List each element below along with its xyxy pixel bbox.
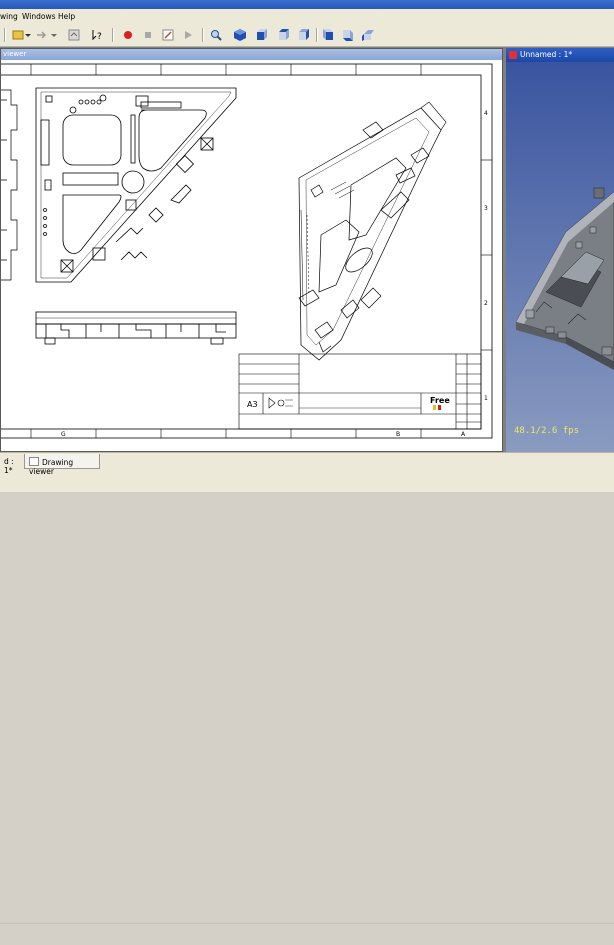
3d-view-title-bar[interactable]: Unnamed : 1* [506, 48, 614, 62]
toolbar: ? [0, 24, 614, 47]
brand-logo-text: Free [430, 396, 450, 405]
toolbar-separator [112, 28, 114, 42]
menu-bar: wing Windows Help [0, 9, 614, 25]
edit-macro-icon[interactable] [160, 27, 176, 43]
row-label-1: 1 [484, 395, 488, 402]
view-rear-icon[interactable] [320, 27, 336, 43]
dropdown-icon[interactable] [24, 27, 32, 43]
toolbar-separator [202, 28, 204, 42]
refresh-icon[interactable] [66, 27, 82, 43]
toolbar-separator [4, 28, 6, 42]
3d-view-title: Unnamed : 1* [520, 50, 573, 59]
zoom-icon[interactable] [208, 27, 224, 43]
view-bottom-icon[interactable] [340, 27, 356, 43]
drawing-viewer-title-bar[interactable]: viewer [1, 49, 502, 60]
drawing-viewer-title: viewer [3, 50, 27, 58]
record-icon[interactable] [120, 27, 136, 43]
fps-counter: 48.1/2.6 fps [514, 426, 580, 436]
sheet-size-label: A3 [247, 400, 258, 409]
view-front-icon[interactable] [254, 27, 270, 43]
menu-item-help[interactable]: Help [58, 12, 75, 21]
document-icon [509, 51, 517, 59]
view-right-icon[interactable] [296, 27, 312, 43]
view-axo-icon[interactable] [232, 27, 248, 43]
status-bar [0, 923, 614, 945]
drawing-canvas[interactable]: G B A 4 3 2 1 A3 Free [1, 60, 502, 451]
menu-item-drawing[interactable]: wing [0, 12, 18, 21]
col-label-g: G [61, 431, 66, 438]
document-icon [29, 457, 39, 466]
row-label-4: 4 [484, 110, 488, 117]
svg-text:?: ? [97, 32, 102, 42]
menu-item-windows[interactable]: Windows [22, 12, 55, 21]
tab-unnamed[interactable]: d : 1* [0, 454, 22, 475]
run-icon[interactable] [180, 27, 196, 43]
tab-drawing-viewer[interactable]: Drawing viewer [24, 454, 100, 476]
toolbar-separator [316, 28, 318, 42]
drawing-viewer-window[interactable]: viewer G B A 4 3 2 1 A3 Free [0, 48, 503, 452]
app-title-bar [0, 0, 614, 9]
arrow-icon[interactable] [34, 27, 50, 43]
window-tab-bar: d : 1* Drawing viewer [0, 452, 614, 924]
row-label-2: 2 [484, 300, 488, 307]
stop-icon[interactable] [140, 27, 156, 43]
3d-viewport[interactable] [506, 62, 614, 452]
view-top-icon[interactable] [276, 27, 292, 43]
3d-view-window[interactable]: Unnamed : 1* 48.1/2.6 fps [506, 48, 614, 452]
whats-this-icon[interactable]: ? [90, 27, 106, 43]
view-left-icon[interactable] [360, 27, 376, 43]
dropdown-icon[interactable] [50, 27, 58, 43]
col-label-b: B [396, 431, 400, 438]
row-label-3: 3 [484, 205, 488, 212]
